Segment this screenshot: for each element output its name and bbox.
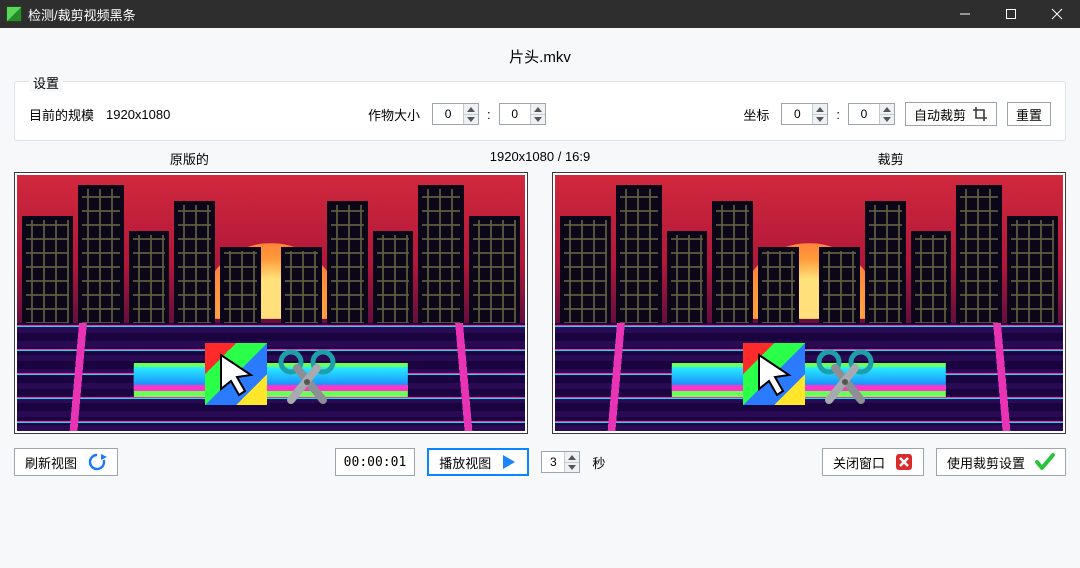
minimize-button[interactable] [942,0,988,28]
title-bar: 检测/裁剪视频黑条 [0,0,1080,28]
seconds-spinner[interactable] [541,451,580,473]
cropped-column [552,172,1066,434]
header-aspect-info: 1920x1080 / 16:9 [365,149,716,168]
settings-legend: 设置 [29,73,63,92]
play-icon [501,454,517,470]
auto-crop-button[interactable]: 自动裁剪 [905,102,997,126]
scissors-logo-icon [277,344,337,404]
original-preview-box [14,172,528,434]
auto-crop-label: 自动裁剪 [914,105,966,124]
play-view-label: 播放视图 [439,453,491,472]
spin-up-icon[interactable] [565,452,579,462]
coord-label: 坐标 [743,105,769,124]
maximize-icon [1005,8,1017,20]
scissors-logo-icon [815,344,875,404]
window-title: 检测/裁剪视频黑条 [28,5,942,24]
preview-headers: 原版的 1920x1080 / 16:9 裁剪 [14,149,1066,168]
colon: : [836,107,840,122]
spin-down-icon[interactable] [813,114,827,124]
close-window-button[interactable]: 关闭窗口 [822,448,924,476]
spin-down-icon[interactable] [565,462,579,472]
app-icon [6,6,22,22]
original-column [14,172,528,434]
file-name: 片头.mkv [14,46,1066,67]
cropped-preview-image [555,175,1063,431]
cropped-preview-box [552,172,1066,434]
apply-crop-button[interactable]: 使用裁剪设置 [936,448,1066,476]
coord-y-spinner[interactable] [848,103,895,125]
spin-down-icon[interactable] [531,114,545,124]
coord-x-input[interactable] [782,104,812,124]
coord-y-input[interactable] [849,104,879,124]
header-cropped: 裁剪 [715,149,1066,168]
crop-height-input[interactable] [500,104,530,124]
close-button[interactable] [1034,0,1080,28]
spin-down-icon[interactable] [464,114,478,124]
current-scale-value: 1920x1080 [106,107,170,122]
minimize-icon [959,8,971,20]
preview-row [14,172,1066,434]
spin-down-icon[interactable] [880,114,894,124]
crop-width-spinner[interactable] [432,103,479,125]
settings-group: 设置 目前的规模 1920x1080 作物大小 : [14,81,1066,141]
original-preview-image [17,175,525,431]
crop-icon [972,106,988,122]
apply-crop-label: 使用裁剪设置 [947,453,1025,472]
reset-label: 重置 [1016,105,1042,124]
crop-width-input[interactable] [433,104,463,124]
timecode-display: 00:00:01 [335,448,416,476]
reset-button[interactable]: 重置 [1007,102,1051,126]
spin-up-icon[interactable] [464,104,478,114]
seconds-unit: 秒 [592,453,605,472]
crop-height-spinner[interactable] [499,103,546,125]
bottom-bar: 刷新视图 00:00:01 播放视图 秒 关闭窗口 [14,448,1066,476]
coord-x-spinner[interactable] [781,103,828,125]
refresh-icon [87,452,107,472]
header-original: 原版的 [14,149,365,168]
spin-up-icon[interactable] [813,104,827,114]
refresh-view-button[interactable]: 刷新视图 [14,448,118,476]
current-scale-label: 目前的规模 [29,105,94,124]
refresh-view-label: 刷新视图 [25,453,77,472]
maximize-button[interactable] [988,0,1034,28]
client-area: 片头.mkv 设置 目前的规模 1920x1080 作物大小 : [0,28,1080,568]
close-red-icon [895,453,913,471]
check-icon [1035,453,1055,471]
close-icon [1051,8,1063,20]
spin-up-icon[interactable] [880,104,894,114]
window-controls [942,0,1080,28]
colon: : [487,107,491,122]
settings-row: 目前的规模 1920x1080 作物大小 : 坐标 [29,102,1051,126]
seconds-input[interactable] [542,452,564,472]
play-view-button[interactable]: 播放视图 [427,448,529,476]
cursor-logo-icon [205,343,267,405]
crop-size-label: 作物大小 [368,105,420,124]
cursor-logo-icon [743,343,805,405]
close-window-label: 关闭窗口 [833,453,885,472]
spin-up-icon[interactable] [531,104,545,114]
